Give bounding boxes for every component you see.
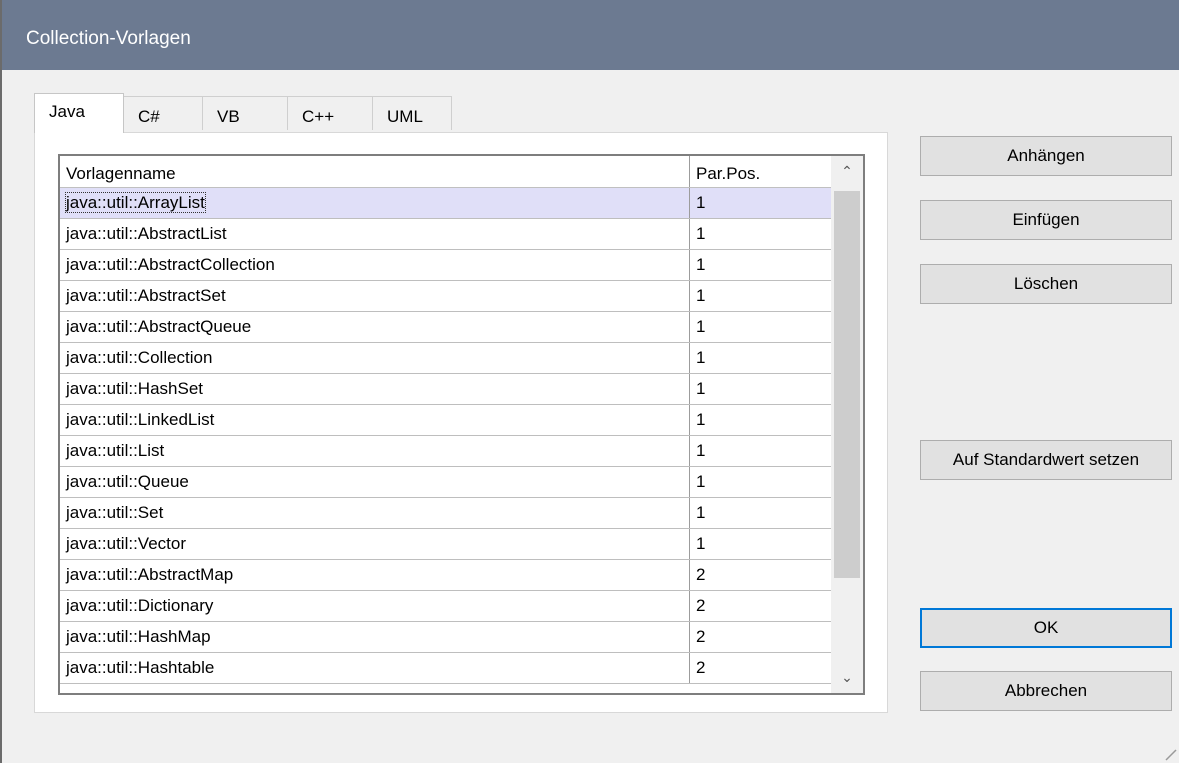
window-title: Collection-Vorlagen: [26, 28, 191, 49]
par-pos-cell: 1: [696, 286, 706, 305]
table-row[interactable]: java::util::Dictionary 2: [60, 591, 831, 622]
list-header: Vorlagenname Par.Pos.: [60, 156, 831, 188]
reset-to-default-button[interactable]: Auf Standardwert setzen: [920, 440, 1172, 480]
cancel-button[interactable]: Abbrechen: [920, 671, 1172, 711]
template-name-cell: java::util::LinkedList: [60, 405, 690, 435]
template-name: java::util::Set: [66, 503, 164, 522]
tab-java[interactable]: Java: [34, 93, 124, 133]
par-pos-cell: 1: [696, 255, 706, 274]
template-name: java::util::ArrayList: [65, 192, 206, 213]
template-name-cell: java::util::Queue: [60, 467, 690, 497]
template-name: java::util::HashSet: [66, 379, 204, 398]
par-pos-cell: 1: [696, 348, 706, 367]
template-name: java::util::List: [66, 441, 165, 460]
template-name: java::util::Vector: [66, 534, 187, 553]
template-name: java::util::Hashtable: [66, 658, 215, 677]
template-name-cell: java::util::AbstractList: [60, 219, 690, 249]
template-name: java::util::Queue: [66, 472, 189, 491]
tab-cpp[interactable]: C++: [287, 96, 373, 130]
template-name-cell: java::util::Set: [60, 498, 690, 528]
template-name: java::util::AbstractMap: [66, 565, 234, 584]
template-name-cell: java::util::Hashtable: [60, 653, 690, 683]
template-name: java::util::Collection: [66, 348, 213, 367]
par-pos-cell: 1: [696, 224, 706, 243]
par-pos-cell: 2: [696, 658, 706, 677]
par-pos-cell: 1: [696, 534, 706, 553]
tab-csharp-label: C#: [138, 107, 160, 126]
table-row[interactable]: java::util::AbstractQueue 1: [60, 312, 831, 343]
table-row[interactable]: java::util::Hashtable 2: [60, 653, 831, 684]
template-name-cell: java::util::Collection: [60, 343, 690, 373]
tab-uml[interactable]: UML: [372, 96, 452, 130]
insert-button[interactable]: Einfügen: [920, 200, 1172, 240]
title-bar[interactable]: Collection-Vorlagen: [2, 0, 1179, 70]
vertical-scrollbar[interactable]: ⌃ ⌄: [831, 156, 863, 693]
template-name: java::util::LinkedList: [66, 410, 215, 429]
template-name-cell: java::util::HashSet: [60, 374, 690, 404]
collection-templates-dialog: Collection-Vorlagen Java C# VB C++ UML V…: [0, 0, 1179, 763]
column-header-template-name[interactable]: Vorlagenname: [60, 156, 690, 187]
template-name-cell: java::util::Vector: [60, 529, 690, 559]
template-name: java::util::AbstractQueue: [66, 317, 252, 336]
table-row[interactable]: java::util::List 1: [60, 436, 831, 467]
table-row[interactable]: java::util::Queue 1: [60, 467, 831, 498]
table-row[interactable]: java::util::AbstractMap 2: [60, 560, 831, 591]
template-name-cell: java::util::List: [60, 436, 690, 466]
table-row[interactable]: java::util::Vector 1: [60, 529, 831, 560]
scrollbar-thumb[interactable]: [834, 191, 860, 578]
tab-cpp-label: C++: [302, 107, 335, 126]
template-name: java::util::AbstractCollection: [66, 255, 275, 274]
template-name: java::util::AbstractList: [66, 224, 227, 243]
scroll-down-icon[interactable]: ⌄: [831, 662, 863, 693]
column-header-par-pos[interactable]: Par.Pos.: [690, 156, 831, 187]
par-pos-cell: 1: [696, 410, 706, 429]
template-name-cell: java::util::AbstractMap: [60, 560, 690, 590]
par-pos-cell: 2: [696, 596, 706, 615]
par-pos-cell: 1: [696, 441, 706, 460]
table-row[interactable]: java::util::HashSet 1: [60, 374, 831, 405]
template-name-cell: java::util::HashMap: [60, 622, 690, 652]
template-name-cell: java::util::AbstractQueue: [60, 312, 690, 342]
template-name-cell: java::util::AbstractCollection: [60, 250, 690, 280]
ok-button[interactable]: OK: [920, 608, 1172, 648]
table-row[interactable]: java::util::AbstractSet 1: [60, 281, 831, 312]
list-rows: java::util::ArrayList 1 java::util::Abstra…: [60, 188, 831, 684]
table-row[interactable]: java::util::HashMap 2: [60, 622, 831, 653]
table-row[interactable]: java::util::AbstractCollection 1: [60, 250, 831, 281]
table-row[interactable]: java::util::Collection 1: [60, 343, 831, 374]
append-button[interactable]: Anhängen: [920, 136, 1172, 176]
par-pos-cell: 2: [696, 627, 706, 646]
template-name-cell: java::util::ArrayList: [60, 188, 690, 218]
table-row[interactable]: java::util::Set 1: [60, 498, 831, 529]
par-pos-cell: 2: [696, 565, 706, 584]
template-name: java::util::Dictionary: [66, 596, 214, 615]
template-name-cell: java::util::AbstractSet: [60, 281, 690, 311]
tab-vb-label: VB: [217, 107, 240, 126]
par-pos-cell: 1: [696, 193, 706, 212]
delete-button[interactable]: Löschen: [920, 264, 1172, 304]
table-row[interactable]: java::util::ArrayList 1: [60, 188, 831, 219]
scroll-up-icon[interactable]: ⌃: [831, 156, 863, 187]
tab-uml-label: UML: [387, 107, 423, 126]
tab-java-label: Java: [49, 102, 85, 121]
tab-vb[interactable]: VB: [202, 96, 288, 130]
tab-csharp[interactable]: C#: [123, 96, 203, 130]
resize-grip-icon[interactable]: [1163, 747, 1177, 761]
par-pos-cell: 1: [696, 379, 706, 398]
template-name: java::util::AbstractSet: [66, 286, 226, 305]
template-list[interactable]: Vorlagenname Par.Pos. java::util::ArrayL…: [58, 154, 865, 695]
par-pos-cell: 1: [696, 503, 706, 522]
par-pos-cell: 1: [696, 472, 706, 491]
template-name-cell: java::util::Dictionary: [60, 591, 690, 621]
template-name: java::util::HashMap: [66, 627, 211, 646]
table-row[interactable]: java::util::AbstractList 1: [60, 219, 831, 250]
tab-panel: Vorlagenname Par.Pos. java::util::ArrayL…: [34, 132, 888, 713]
par-pos-cell: 1: [696, 317, 706, 336]
table-row[interactable]: java::util::LinkedList 1: [60, 405, 831, 436]
